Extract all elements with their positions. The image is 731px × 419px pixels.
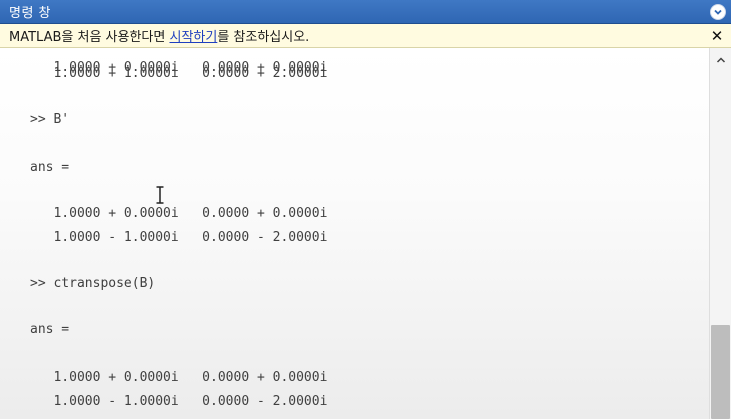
- output-line: 1.0000 + 1.0000i 0.0000 + 2.0000i: [30, 66, 328, 81]
- close-icon[interactable]: ✕: [708, 26, 726, 46]
- command-window-output[interactable]: 1.0000 + 0.0000i 0.0000 + 0.0000i 1.0000…: [0, 48, 709, 419]
- infobar-text-after: 를 참조하십시오.: [217, 30, 310, 45]
- text-cursor-icon: [156, 186, 164, 204]
- command-line: >> ctranspose(B): [30, 276, 156, 291]
- chevron-down-circle-icon[interactable]: [710, 4, 726, 20]
- command-line: >> B': [30, 112, 70, 127]
- output-line: 1.0000 - 1.0000i 0.0000 - 2.0000i: [30, 394, 328, 409]
- infobar-text-before: MATLAB을 처음 사용한다면: [9, 30, 170, 45]
- command-window-titlebar: 명령 창: [0, 0, 731, 24]
- output-line: 1.0000 + 0.0000i 0.0000 + 0.0000i: [30, 370, 328, 385]
- window-title: 명령 창: [9, 6, 52, 21]
- scrollbar-thumb[interactable]: [711, 325, 730, 419]
- infobar-message: MATLAB을 처음 사용한다면 시작하기를 참조하십시오.: [0, 26, 309, 45]
- chevron-up-icon[interactable]: [710, 52, 731, 68]
- getting-started-infobar: MATLAB을 처음 사용한다면 시작하기를 참조하십시오. ✕: [0, 24, 731, 48]
- output-line: 1.0000 + 0.0000i 0.0000 + 0.0000i: [30, 206, 328, 221]
- output-line: ans =: [30, 322, 70, 337]
- vertical-scrollbar[interactable]: [709, 48, 731, 419]
- getting-started-link[interactable]: 시작하기: [169, 30, 217, 45]
- output-line: 1.0000 - 1.0000i 0.0000 - 2.0000i: [30, 230, 328, 245]
- output-line: ans =: [30, 160, 70, 175]
